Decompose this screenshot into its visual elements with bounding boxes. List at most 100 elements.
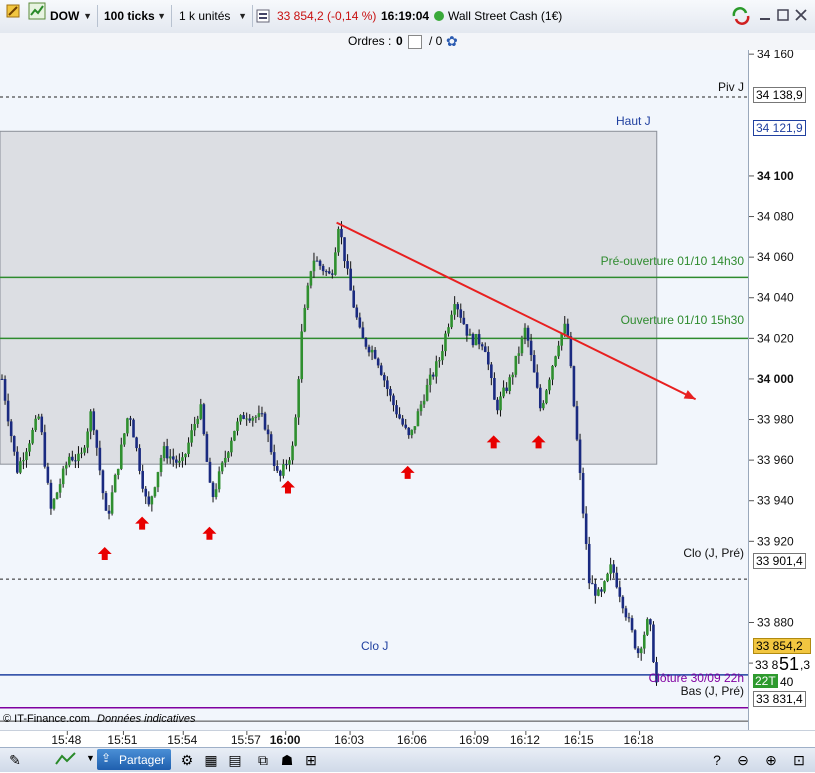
candle-body [581, 472, 585, 514]
chart-type-icon[interactable] [26, 2, 48, 22]
candle-body [245, 418, 248, 420]
candle-body [52, 499, 56, 509]
candle-body [71, 456, 74, 461]
candle-body [517, 353, 521, 356]
candle-body [459, 309, 463, 318]
zoom-fit-icon[interactable]: ⊡ [788, 750, 810, 770]
candle-body [285, 464, 288, 466]
candle-body [361, 327, 365, 339]
candle-body [624, 608, 628, 618]
level-label-cloture: Clôture 30/09 22h [648, 671, 744, 685]
time-axis[interactable]: 15:48 15:51 15:54 15:57 16:00 16:03 16:06 16:09… [0, 730, 815, 748]
candle-body [86, 431, 89, 448]
candle-body [144, 488, 148, 497]
candle-body [275, 465, 279, 471]
share-button[interactable]: ⇪ Partager [97, 749, 171, 770]
candle-body [572, 366, 576, 407]
candle-body [303, 307, 307, 332]
candle-body [542, 403, 545, 409]
chart-style-icon[interactable] [52, 750, 80, 770]
draw-tool-icon[interactable]: ✎ [4, 750, 26, 770]
candle-body [331, 273, 334, 275]
axis-tag-bas: 33 831,4 [753, 691, 806, 707]
candle-body [486, 351, 490, 365]
instrument-name: Wall Street Cash (1€) [448, 9, 563, 23]
price-axis-label: 34 000 [757, 372, 794, 386]
candle-body [334, 252, 337, 275]
candle-body [83, 447, 86, 453]
candle-body [227, 452, 230, 458]
candle-body [6, 400, 10, 422]
candle-body [386, 380, 389, 389]
chevron-down-icon: ▼ [238, 11, 247, 21]
price-axis[interactable]: 34 160 34 100 34 080 34 060 34 040 34 020 34 0… [748, 50, 815, 730]
candle-body [34, 418, 37, 431]
candle-body [129, 418, 132, 420]
candle-body [309, 271, 313, 286]
zoom-in-icon[interactable]: ⊕ [760, 750, 782, 770]
close-icon[interactable] [794, 8, 808, 25]
settings-icon[interactable]: ⚙ [176, 750, 198, 770]
chevron-down-icon[interactable]: ▼ [86, 753, 95, 763]
zoom-out-icon[interactable]: ⊖ [732, 750, 754, 770]
candle-body [211, 482, 215, 498]
candle-body [315, 260, 319, 262]
gear-icon[interactable]: ✿ [446, 33, 458, 50]
candle-body [199, 404, 203, 419]
bell-icon[interactable]: ☗ [276, 750, 298, 770]
candle-body [318, 260, 322, 266]
refresh-icon[interactable] [731, 7, 751, 28]
candle-body [306, 285, 310, 308]
candle-body [563, 323, 567, 334]
level-label-piv: Piv J [717, 80, 744, 94]
candle-body [37, 416, 41, 419]
cursor-price-tag: 33 8 51 ,3 [753, 654, 811, 674]
candle-body [251, 417, 255, 421]
candle-body [153, 487, 157, 497]
candle-body [597, 589, 600, 596]
candle-body [178, 460, 181, 463]
candle-body [609, 564, 612, 574]
axis-tag-current: 33 854,2 [753, 638, 811, 654]
calculator-icon[interactable]: ▦ [200, 750, 222, 770]
candle-body [89, 411, 92, 432]
candle-body [642, 634, 646, 649]
axis-tag-bas-value: 33 831,4 [756, 692, 803, 706]
ticks-dropdown[interactable]: 100 ticks ▼ [100, 5, 172, 27]
credit-source: © IT-Finance.com [3, 713, 90, 725]
candle-body [376, 358, 380, 366]
candle-body [162, 446, 166, 458]
candle-body [652, 624, 655, 663]
ticks-badge-value: 22T [755, 674, 776, 688]
candle-body [101, 470, 105, 494]
candle-body [590, 583, 594, 585]
candle-body [269, 434, 273, 453]
candle-body [9, 421, 13, 437]
minimize-icon[interactable] [758, 8, 772, 25]
info-icon[interactable] [256, 9, 270, 26]
units-dropdown[interactable]: 1 k unités ▼ [175, 5, 253, 27]
price-chart[interactable]: Piv J Haut J Pré-ouverture 01/10 14h30 O… [0, 50, 748, 730]
candle-body [538, 387, 542, 409]
candle-body [187, 442, 190, 454]
orders-count: 0 [396, 34, 403, 48]
calendar-icon[interactable]: ▤ [224, 750, 246, 770]
grid-icon[interactable]: ⊞ [300, 750, 322, 770]
maximize-icon[interactable] [776, 8, 790, 25]
candle-body [560, 333, 563, 346]
candle-body [355, 307, 359, 318]
price-axis-label: 33 920 [757, 534, 794, 548]
compare-icon[interactable]: ⧉ [252, 750, 274, 770]
pencil-icon[interactable] [2, 2, 24, 22]
time-axis-label: 15:54 [167, 733, 197, 747]
candle-body [233, 430, 236, 441]
candle-body [379, 365, 383, 375]
symbol-dropdown[interactable]: DOW ▼ [46, 5, 98, 27]
price-axis-canvas: 34 160 34 100 34 080 34 060 34 040 34 020 34 0… [749, 50, 794, 670]
candle-body [431, 374, 435, 377]
help-icon[interactable]: ? [706, 750, 728, 770]
axis-tag-current-value: 33 854,2 [756, 639, 803, 653]
candle-body [514, 355, 518, 375]
candle-body [480, 344, 484, 347]
time-axis-label: 15:57 [231, 733, 261, 747]
